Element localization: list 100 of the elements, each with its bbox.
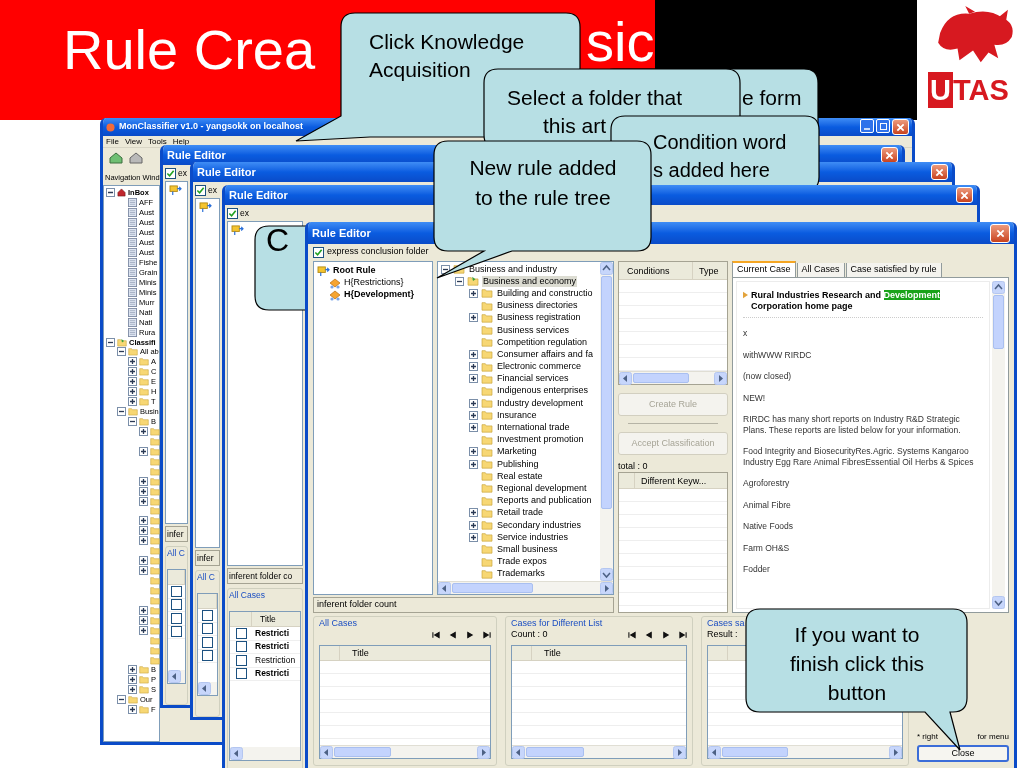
- folder-tree-item[interactable]: Business services: [496, 324, 571, 336]
- close-button[interactable]: [892, 119, 909, 135]
- folder-tree-item[interactable]: Trade expos: [496, 556, 548, 568]
- close-dialog-button[interactable]: Close: [917, 745, 1009, 762]
- expand-toggle-icon[interactable]: [128, 367, 137, 377]
- scroll-left-icon[interactable]: [512, 746, 525, 759]
- close-button[interactable]: [956, 187, 973, 203]
- folder-tree-item[interactable]: Investment promotion: [496, 434, 585, 446]
- next-icon[interactable]: [466, 630, 474, 639]
- expand-toggle-icon[interactable]: [128, 705, 137, 715]
- checkbox[interactable]: [313, 246, 324, 258]
- expand-toggle-icon[interactable]: [469, 423, 478, 433]
- checkbox[interactable]: [171, 585, 182, 597]
- checkbox[interactable]: [195, 184, 206, 196]
- expand-toggle-icon[interactable]: [469, 398, 478, 408]
- scroll-left-icon[interactable]: [438, 582, 451, 594]
- folder-tree-item[interactable]: Publishing: [496, 458, 540, 470]
- menu-item[interactable]: View: [124, 135, 143, 148]
- expand-toggle-icon[interactable]: [139, 556, 148, 566]
- folder-tree-item[interactable]: Industry development: [496, 397, 585, 409]
- expand-toggle-icon[interactable]: [139, 496, 148, 506]
- checkbox[interactable]: [227, 207, 238, 219]
- expand-toggle-icon[interactable]: [139, 516, 148, 526]
- last-page-icon[interactable]: [679, 630, 687, 639]
- scroll-thumb[interactable]: [601, 276, 612, 509]
- folder-tree-item[interactable]: Insurance: [496, 409, 538, 421]
- folder-tree-item[interactable]: Electronic commerce: [496, 361, 583, 373]
- collapse-toggle-icon[interactable]: [117, 695, 126, 705]
- expand-toggle-icon[interactable]: [128, 675, 137, 685]
- folder-tree-item[interactable]: Financial services: [496, 373, 570, 385]
- close-button[interactable]: [931, 164, 948, 180]
- folder-tree-item[interactable]: Indigenous enterprises: [496, 385, 590, 397]
- expand-toggle-icon[interactable]: [469, 362, 478, 372]
- folder-tree-item[interactable]: Trademarks: [496, 568, 546, 580]
- checkbox[interactable]: [202, 623, 213, 635]
- horizontal-scrollbar[interactable]: [512, 745, 686, 758]
- expand-toggle-icon[interactable]: [139, 625, 148, 635]
- scroll-left-icon[interactable]: [320, 746, 333, 759]
- next-icon[interactable]: [662, 630, 670, 639]
- scroll-thumb[interactable]: [526, 747, 585, 757]
- scroll-thumb[interactable]: [334, 747, 391, 757]
- folder-tree-item[interactable]: Secondary industries: [496, 519, 583, 531]
- horizontal-scrollbar[interactable]: [320, 745, 490, 758]
- tab[interactable]: Current Case: [732, 261, 796, 277]
- folder-tree-item[interactable]: Business and economy: [482, 275, 578, 287]
- folder-tree-item[interactable]: Small business: [496, 543, 559, 555]
- scroll-thumb[interactable]: [993, 295, 1004, 349]
- horizontal-scrollbar[interactable]: [708, 745, 902, 758]
- collapse-toggle-icon[interactable]: [106, 188, 115, 198]
- folder-tree-item[interactable]: Business directories: [496, 300, 579, 312]
- expand-toggle-icon[interactable]: [469, 520, 478, 530]
- close-button[interactable]: [990, 223, 1010, 243]
- checkbox[interactable]: [171, 599, 182, 611]
- expand-toggle-icon[interactable]: [139, 476, 148, 486]
- first-page-icon[interactable]: [628, 630, 636, 639]
- menu-item[interactable]: Help: [172, 135, 190, 148]
- scroll-right-icon[interactable]: [673, 746, 686, 759]
- folder-tree-item[interactable]: Building and constructio: [496, 287, 594, 299]
- expand-toggle-icon[interactable]: [139, 486, 148, 496]
- expand-toggle-icon[interactable]: [128, 685, 137, 695]
- scroll-thumb[interactable]: [452, 583, 533, 593]
- maximize-button[interactable]: [876, 119, 890, 133]
- expand-toggle-icon[interactable]: [139, 566, 148, 576]
- collapse-toggle-icon[interactable]: [117, 407, 126, 417]
- expand-toggle-icon[interactable]: [139, 605, 148, 615]
- folder-tree-item[interactable]: Reports and publication: [496, 495, 593, 507]
- scroll-left-icon[interactable]: [708, 746, 721, 759]
- collapse-toggle-icon[interactable]: [106, 337, 115, 347]
- checkbox[interactable]: [202, 650, 213, 662]
- previous-icon[interactable]: [645, 630, 653, 639]
- expand-toggle-icon[interactable]: [128, 665, 137, 675]
- checkbox[interactable]: [165, 167, 176, 179]
- expand-toggle-icon[interactable]: [139, 526, 148, 536]
- folder-tree-item[interactable]: Competition regulation: [496, 336, 589, 348]
- collapse-toggle-icon[interactable]: [455, 276, 464, 286]
- checkbox[interactable]: [235, 641, 247, 653]
- scroll-down-icon[interactable]: [600, 568, 613, 581]
- last-page-icon[interactable]: [483, 630, 491, 639]
- expand-toggle-icon[interactable]: [128, 377, 137, 387]
- scroll-up-icon[interactable]: [600, 262, 613, 275]
- expand-toggle-icon[interactable]: [469, 374, 478, 384]
- scroll-thumb[interactable]: [722, 747, 789, 757]
- expand-toggle-icon[interactable]: [469, 313, 478, 323]
- checkbox[interactable]: [171, 626, 182, 638]
- vertical-scrollbar[interactable]: [992, 281, 1005, 609]
- vertical-scrollbar[interactable]: [600, 262, 613, 581]
- checkbox[interactable]: [202, 609, 213, 621]
- expand-toggle-icon[interactable]: [139, 536, 148, 546]
- collapse-toggle-icon[interactable]: [117, 347, 126, 357]
- checkbox[interactable]: [235, 654, 247, 666]
- expand-toggle-icon[interactable]: [469, 410, 478, 420]
- first-page-icon[interactable]: [432, 630, 440, 639]
- expand-toggle-icon[interactable]: [469, 447, 478, 457]
- expand-toggle-icon[interactable]: [469, 349, 478, 359]
- expand-toggle-icon[interactable]: [469, 508, 478, 518]
- scroll-right-icon[interactable]: [714, 372, 727, 385]
- folder-tree-item[interactable]: Business and industry: [468, 263, 559, 275]
- tab[interactable]: Case satisfied by rule: [845, 263, 942, 277]
- rule-tree-item[interactable]: H{Development}: [344, 288, 415, 302]
- checkbox[interactable]: [235, 668, 247, 680]
